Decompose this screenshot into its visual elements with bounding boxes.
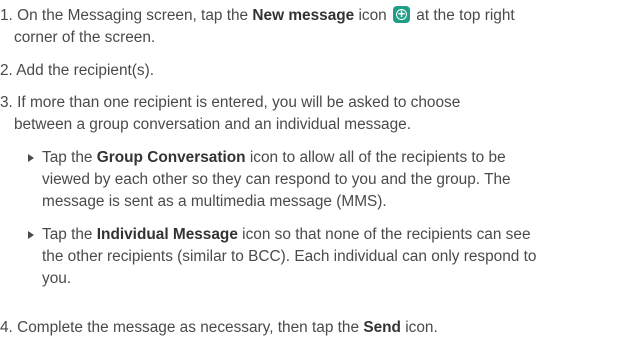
step-1-text-c: icon: [354, 7, 392, 24]
step-1-line-1: 1. On the Messaging screen, tap the New …: [0, 3, 632, 27]
bullet-1-line-1: Tap the Group Conversation icon to allow…: [42, 147, 632, 169]
step-3: 3. If more than one recipient is entered…: [0, 92, 632, 136]
triangle-right-icon: [28, 154, 34, 162]
step-1-line-2: corner of the screen.: [14, 29, 156, 46]
new-message-label: New message: [252, 7, 355, 24]
step-4-line-1: 4. Complete the message as necessary, th…: [0, 317, 632, 339]
bullet-1-text-a: Tap the: [42, 149, 97, 166]
step-1: 1. On the Messaging screen, tap the New …: [0, 3, 632, 49]
new-message-icon: [393, 3, 411, 25]
step-2-text: Add the recipient(s).: [16, 62, 155, 79]
bullet-2-line-3: you.: [42, 270, 72, 287]
step-3-number: 3.: [0, 94, 13, 111]
bullet-2-text-a: Tap the: [42, 226, 97, 243]
step-2: 2. Add the recipient(s).: [0, 60, 632, 82]
group-conversation-label: Group Conversation: [96, 149, 246, 166]
step-4-number: 4.: [0, 319, 13, 336]
step-2-line-1: 2. Add the recipient(s).: [0, 60, 632, 82]
bullet-2-line-1: Tap the Individual Message icon so that …: [42, 224, 632, 246]
bullet-2-text-c: icon so that none of the recipients can …: [237, 226, 531, 243]
triangle-right-icon: [28, 231, 34, 239]
bullet-group-conversation: Tap the Group Conversation icon to allow…: [28, 147, 632, 213]
step-3-line-1: 3. If more than one recipient is entered…: [0, 92, 632, 114]
bullet-2-line-2: the other recipients (similar to BCC). E…: [42, 248, 537, 265]
step-4-text-c: icon.: [400, 319, 438, 336]
bullet-1-text-c: icon to allow all of the recipients to b…: [245, 149, 506, 166]
step-1-text-d: at the top right: [412, 7, 515, 24]
individual-message-label: Individual Message: [96, 226, 238, 243]
bullet-1-line-3: message is sent as a multimedia message …: [42, 193, 387, 210]
step-3-text-1: If more than one recipient is entered, y…: [17, 94, 461, 111]
step-2-number: 2.: [0, 62, 13, 79]
send-label: Send: [363, 319, 401, 336]
step-1-number: 1.: [0, 7, 13, 24]
step-4-text-a: Complete the message as necessary, then …: [17, 319, 364, 336]
step-4: 4. Complete the message as necessary, th…: [0, 317, 632, 339]
bullet-1-line-2: viewed by each other so they can respond…: [42, 171, 511, 188]
step-1-text-a: On the Messaging screen, tap the: [17, 7, 253, 24]
step-3-line-2: between a group conversation and an indi…: [14, 116, 412, 133]
bullet-individual-message: Tap the Individual Message icon so that …: [28, 224, 632, 290]
